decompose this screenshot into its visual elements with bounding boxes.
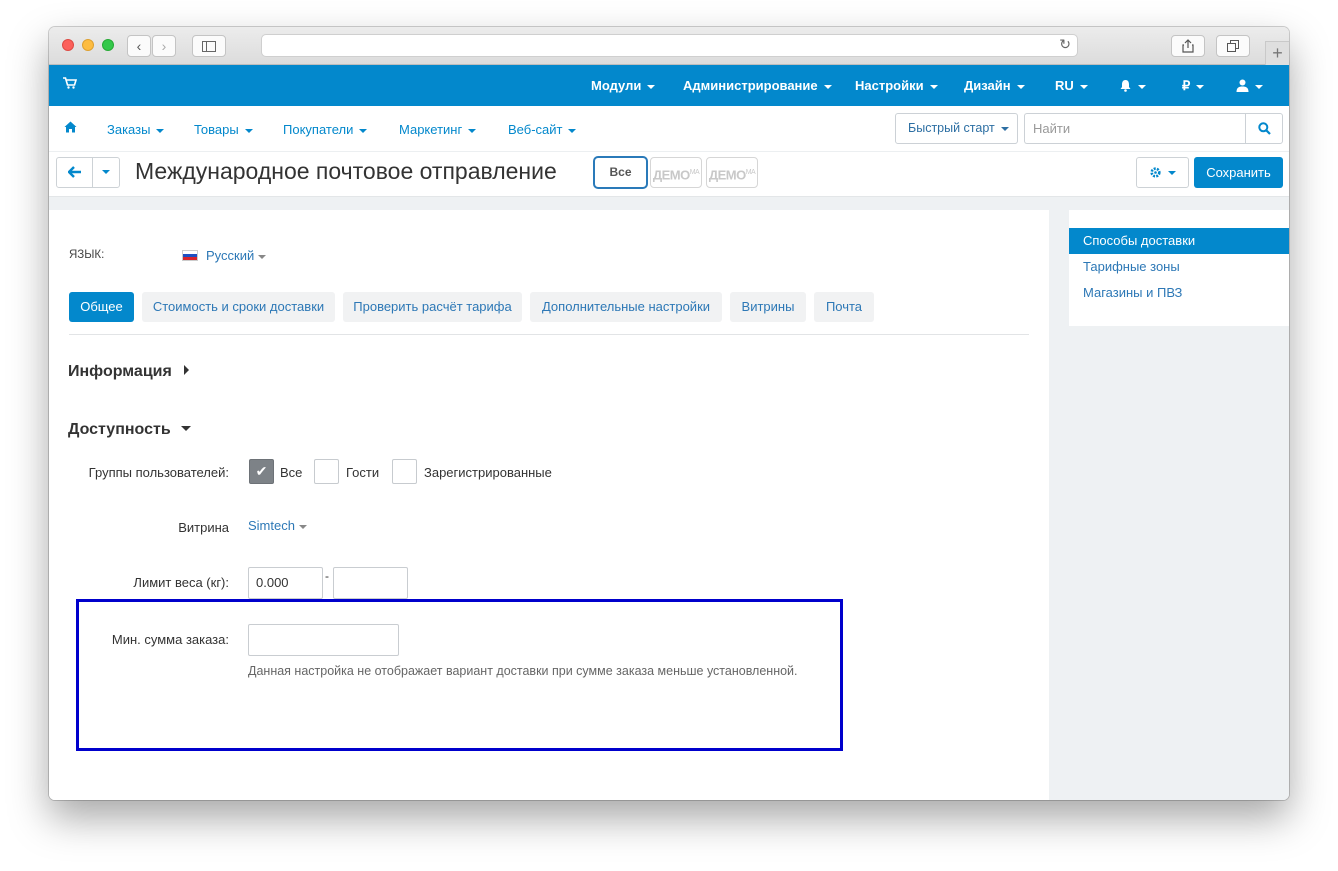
arrow-left-icon	[66, 166, 81, 178]
notifications-bell-icon[interactable]	[1119, 78, 1146, 93]
nav-customers-label: Покупатели	[283, 122, 354, 137]
address-bar[interactable]: ↻	[261, 34, 1078, 57]
nav-marketing-label: Маркетинг	[399, 122, 463, 137]
main-navigation: Заказы Товары Покупатели Маркетинг Веб-с…	[49, 106, 1289, 152]
tab-additional-settings[interactable]: Дополнительные настройки	[530, 292, 722, 322]
browser-forward-button[interactable]: ›	[152, 35, 176, 57]
group-guests-label: Гости	[346, 465, 380, 480]
tab-general[interactable]: Общее	[69, 292, 134, 322]
sidebar-toggle-icon[interactable]	[192, 35, 226, 57]
tabs-divider	[69, 334, 1029, 335]
language-value: Русский	[206, 248, 255, 263]
nav-customers[interactable]: Покупатели	[283, 122, 368, 137]
menu-currency-label: ₽	[1182, 78, 1191, 93]
group-guests-checkbox[interactable]	[314, 459, 339, 484]
tab-storefronts[interactable]: Витрины	[730, 292, 806, 322]
menu-administration-label: Администрирование	[683, 78, 818, 93]
weight-to-input[interactable]	[333, 567, 408, 599]
demo-sup: МА	[689, 169, 700, 176]
nav-website-label: Веб-сайт	[508, 122, 563, 137]
tab-check-rate[interactable]: Проверить расчёт тарифа	[343, 292, 522, 322]
language-selector[interactable]: Русский	[182, 248, 267, 263]
highlight-box	[76, 599, 843, 751]
sidebar-item-shipping-methods[interactable]: Способы доставки	[1069, 228, 1289, 254]
storefront-value: Simtech	[248, 518, 295, 533]
minimize-window-button[interactable]	[82, 39, 94, 51]
group-all-label: Все	[280, 465, 303, 480]
storefront-demo-button-1[interactable]: ДЕМОМА	[650, 157, 702, 188]
nav-products-label: Товары	[194, 122, 239, 137]
storefront-all-button[interactable]: Все	[593, 156, 648, 189]
storefront-label: Витрина	[178, 520, 229, 535]
expand-right-icon	[183, 365, 189, 375]
tab-cost-and-delivery-time[interactable]: Стоимость и сроки доставки	[142, 292, 335, 322]
section-availability[interactable]: Доступность	[68, 421, 191, 439]
quick-start-label: Быстрый старт	[908, 121, 995, 135]
new-tab-button[interactable]: +	[1265, 41, 1289, 65]
language-label: ЯЗЫК:	[69, 249, 105, 261]
menu-administration[interactable]: Администрирование	[683, 78, 832, 93]
browser-back-button[interactable]: ‹	[127, 35, 151, 57]
menu-language-label: RU	[1055, 78, 1074, 93]
user-icon[interactable]	[1236, 78, 1263, 93]
sidebar-panel: Способы доставки Тарифные зоны Магазины …	[1069, 210, 1289, 326]
browser-toolbar: ‹ › ↻ +	[49, 27, 1289, 65]
search-button[interactable]	[1245, 113, 1283, 144]
demo-label: ДЕМО	[708, 167, 746, 183]
section-information[interactable]: Информация	[68, 363, 189, 381]
group-registered-checkbox[interactable]	[392, 459, 417, 484]
nav-orders[interactable]: Заказы	[107, 122, 165, 137]
menu-currency[interactable]: ₽	[1182, 78, 1205, 94]
russia-flag-icon	[182, 250, 198, 261]
collapse-down-icon	[180, 426, 191, 431]
demo-sup: МА	[745, 169, 756, 176]
menu-settings-label: Настройки	[855, 78, 924, 93]
menu-design-label: Дизайн	[964, 78, 1011, 93]
close-window-button[interactable]	[62, 39, 74, 51]
sidebar-item-rate-zones[interactable]: Тарифные зоны	[1069, 254, 1289, 280]
nav-orders-label: Заказы	[107, 122, 151, 137]
share-icon[interactable]	[1171, 35, 1205, 57]
user-groups-label: Группы пользователей:	[88, 465, 229, 480]
menu-modules-label: Модули	[591, 78, 642, 93]
weight-limit-label: Лимит веса (кг):	[133, 575, 229, 590]
storefront-selector[interactable]: Simtech	[248, 518, 307, 533]
page-title-bar: Международное почтовое отправление Все Д…	[49, 152, 1289, 197]
menu-modules[interactable]: Модули	[591, 78, 656, 93]
group-registered-label: Зарегистрированные	[424, 465, 552, 480]
nav-website[interactable]: Веб-сайт	[508, 122, 577, 137]
weight-from-input[interactable]: 0.000	[248, 567, 323, 599]
gear-icon	[1150, 167, 1161, 178]
cart-icon[interactable]	[63, 76, 78, 92]
nav-products[interactable]: Товары	[194, 122, 253, 137]
section-availability-label: Доступность	[68, 421, 171, 438]
home-icon[interactable]	[64, 121, 77, 136]
menu-design[interactable]: Дизайн	[964, 78, 1025, 93]
sidebar-item-stores-pickup[interactable]: Магазины и ПВЗ	[1069, 280, 1289, 306]
back-button[interactable]	[56, 157, 93, 188]
search-icon	[1257, 122, 1271, 135]
page-title: Международное почтовое отправление	[135, 158, 557, 184]
browser-window: ‹ › ↻ + Модули Администрирование Настрой…	[49, 27, 1289, 800]
nav-marketing[interactable]: Маркетинг	[399, 122, 477, 137]
group-all-checkbox[interactable]: ✔	[249, 459, 274, 484]
demo-label: ДЕМО	[652, 167, 690, 183]
search-input[interactable]: Найти	[1024, 113, 1246, 144]
zoom-window-button[interactable]	[102, 39, 114, 51]
section-information-label: Информация	[68, 363, 172, 380]
weight-range-separator: -	[325, 569, 329, 583]
tab-mail[interactable]: Почта	[814, 292, 874, 322]
settings-gear-button[interactable]	[1136, 157, 1189, 188]
history-dropdown-button[interactable]	[92, 157, 120, 188]
menu-settings[interactable]: Настройки	[855, 78, 938, 93]
admin-top-bar: Модули Администрирование Настройки Дизай…	[49, 65, 1289, 106]
save-button[interactable]: Сохранить	[1194, 157, 1283, 188]
storefront-demo-button-2[interactable]: ДЕМОМА	[706, 157, 758, 188]
quick-start-button[interactable]: Быстрый старт	[895, 113, 1018, 144]
menu-language[interactable]: RU	[1055, 78, 1088, 93]
reload-icon[interactable]: ↻	[1059, 37, 1071, 53]
tabs-overview-icon[interactable]	[1216, 35, 1250, 57]
